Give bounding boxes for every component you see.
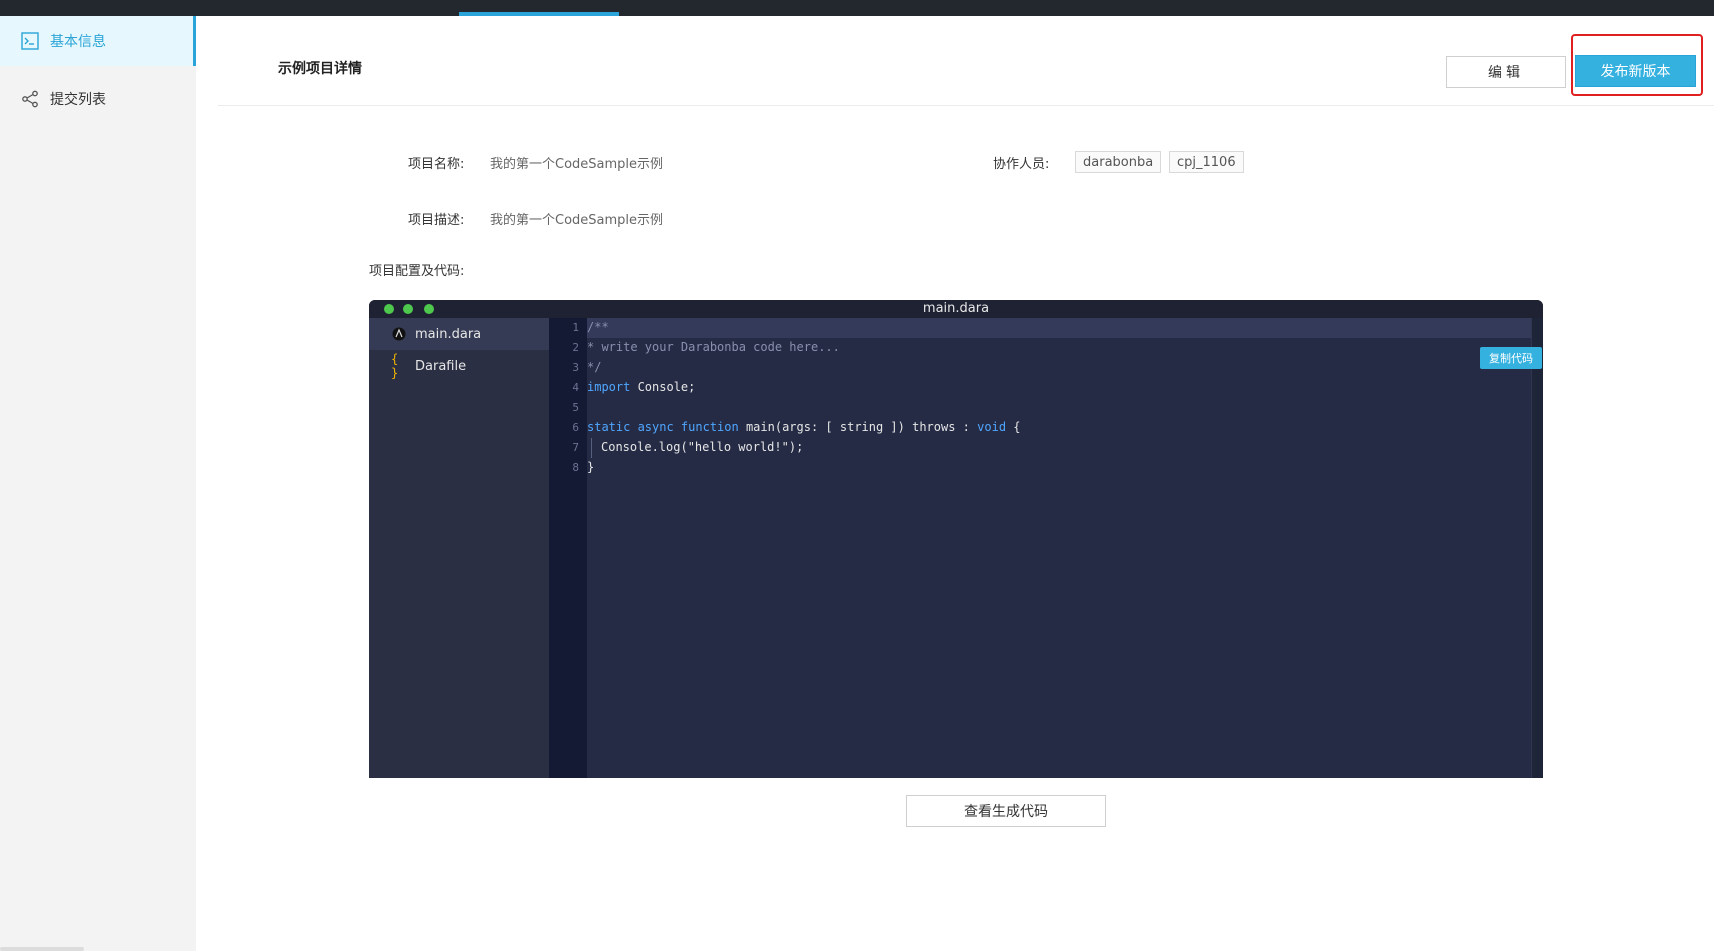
project-desc-value: 我的第一个CodeSample示例 [490,213,664,228]
line-number: 7 [572,441,579,454]
sidebar-item-label: 提交列表 [50,92,106,108]
line-number: 1 [572,321,579,334]
collaborators-label: 协作人员: [993,157,1050,172]
line-number: 6 [572,421,579,434]
terminal-icon [20,31,40,51]
project-name-label: 项目名称: [408,157,465,172]
project-name-value: 我的第一个CodeSample示例 [490,157,664,172]
active-tab-indicator [459,12,619,16]
line-number: 4 [572,381,579,394]
config-code-label: 项目配置及代码: [369,264,465,279]
editor-title: main.dara [922,301,990,316]
file-item-label: Darafile [415,358,467,374]
sidebar-item-commit-list[interactable]: 提交列表 [0,74,196,124]
file-item-darafile[interactable]: { } Darafile [369,350,549,382]
code-line: import Console; [587,380,695,394]
code-line: /** [587,320,609,334]
line-number: 8 [572,461,579,474]
current-line-highlight [587,318,1531,338]
file-tree: main.dara { } Darafile [369,318,549,778]
top-bar [0,0,1714,16]
sidebar-item-label: 基本信息 [50,34,106,50]
code-line: Console.log("hello world!"); [601,440,804,454]
collaborator-tag: cpj_1106 [1169,151,1244,173]
code-line: } [587,460,595,474]
braces-icon: { } [391,352,399,380]
code-keyword: static async function [587,420,739,434]
edit-button[interactable]: 编辑 [1446,56,1566,88]
header-divider [218,105,1714,106]
publish-new-version-button[interactable]: 发布新版本 [1575,55,1696,87]
indent-guide [591,438,592,458]
sidebar: 基本信息 提交列表 [0,16,196,951]
editor-scrollbar[interactable] [1531,318,1543,778]
sidebar-scrollbar[interactable] [0,947,84,951]
sidebar-item-basic-info[interactable]: 基本信息 [0,16,196,66]
copy-code-button[interactable]: 复制代码 [1480,347,1542,369]
project-desc-label: 项目描述: [408,213,465,228]
editor-titlebar: main.dara [369,300,1543,318]
code-line: static async function main(args: [ strin… [587,420,1021,434]
share-icon [20,89,40,109]
code-keyword: void [977,420,1007,434]
line-number: 5 [572,401,579,414]
page-title: 示例项目详情 [278,61,362,77]
code-line: */ [587,360,602,374]
collaborator-tag: darabonba [1075,151,1162,173]
line-number-gutter: 1 2 3 4 5 6 7 8 [549,318,587,778]
view-generated-code-button[interactable]: 查看生成代码 [906,795,1106,827]
code-line: * write your Darabonba code here... [587,340,840,354]
code-text: Console; [630,380,696,394]
code-text: main(args: [ string ]) throws : [738,420,978,434]
code-keyword: import [587,380,631,394]
line-number: 3 [572,361,579,374]
code-editor-panel: main.dara main.dara { } Darafile 1 2 3 4… [369,300,1543,778]
code-editor[interactable]: /** * write your Darabonba code here... … [587,318,1543,778]
dara-file-icon [391,326,407,342]
line-number: 2 [572,341,579,354]
file-item-main-dara[interactable]: main.dara [369,318,549,350]
code-text: { [1006,420,1021,434]
file-item-label: main.dara [415,326,482,342]
